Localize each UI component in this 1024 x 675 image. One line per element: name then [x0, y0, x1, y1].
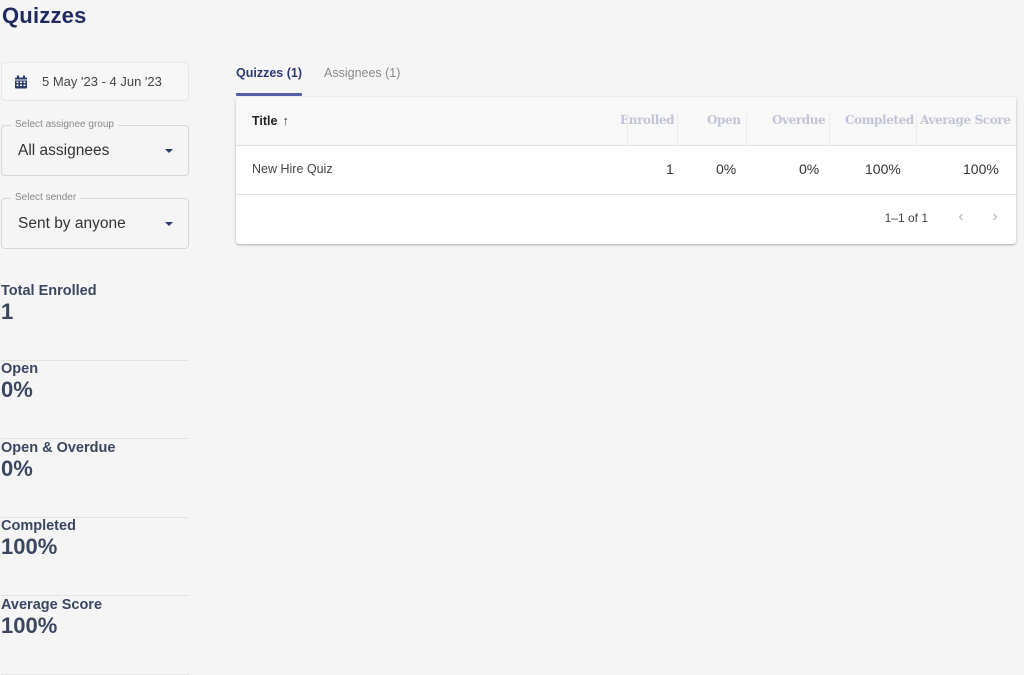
assignee-group-select[interactable]: Select assignee group All assignees — [1, 119, 189, 176]
sender-value: Sent by anyone — [18, 215, 126, 232]
column-header-title[interactable]: Title ↑ — [252, 97, 289, 146]
stat-total-enrolled: Total Enrolled 1 — [1, 283, 189, 361]
assignee-group-value: All assignees — [18, 142, 110, 159]
tab-quizzes[interactable]: Quizzes (1) — [236, 60, 302, 96]
stat-value: 0% — [1, 456, 33, 481]
table-row[interactable]: New Hire Quiz 1 0% 0% 100% 100% — [236, 146, 1016, 195]
stat-value: 1 — [1, 299, 14, 324]
stat-open-overdue: Open & Overdue 0% — [1, 440, 189, 518]
chevron-down-icon — [165, 149, 173, 153]
stat-open: Open 0% — [1, 361, 189, 439]
previous-page-icon[interactable]: ‹ — [952, 208, 970, 226]
cell-title: New Hire Quiz — [252, 162, 333, 176]
stat-label: Open — [1, 361, 39, 377]
date-range-button[interactable]: 5 May '23 - 4 Jun '23 — [1, 62, 189, 101]
pagination-range: 1–1 of 1 — [884, 211, 928, 225]
sender-select[interactable]: Select sender Sent by anyone — [1, 192, 189, 249]
next-page-icon[interactable]: › — [986, 208, 1004, 226]
column-separator — [829, 113, 830, 146]
column-header-open[interactable]: Open — [707, 97, 741, 146]
stat-label: Average Score — [1, 597, 103, 613]
sort-ascending-icon: ↑ — [282, 113, 289, 128]
column-separator — [916, 113, 917, 146]
date-range-text: 5 May '23 - 4 Jun '23 — [42, 74, 162, 89]
page-title: Quizzes — [2, 3, 87, 28]
stat-label: Total Enrolled — [1, 283, 97, 299]
tab-assignees[interactable]: Assignees (1) — [324, 60, 400, 96]
column-header-enrolled[interactable]: Enrolled — [620, 97, 675, 146]
cell-open: 0% — [716, 161, 737, 177]
sender-label: Select sender — [11, 192, 81, 203]
pagination: 1–1 of 1 ‹ › — [236, 195, 1016, 244]
assignee-group-label: Select assignee group — [11, 119, 118, 130]
stat-completed: Completed 100% — [1, 518, 189, 596]
stat-average-score: Average Score 100% — [1, 597, 189, 675]
stat-label: Completed — [1, 518, 76, 534]
cell-average-score: 100% — [963, 161, 999, 177]
quizzes-table: Title ↑ Enrolled Open Overdue Completed A… — [236, 97, 1016, 244]
cell-overdue: 0% — [799, 161, 820, 177]
stat-label: Open & Overdue — [1, 440, 116, 456]
stat-value: 100% — [1, 613, 58, 638]
cell-completed: 100% — [865, 161, 901, 177]
stat-value: 100% — [1, 534, 58, 559]
chevron-down-icon — [165, 222, 173, 226]
column-header-completed[interactable]: Completed — [845, 97, 914, 146]
column-header-average-score[interactable]: Average Score — [920, 97, 1011, 146]
table-header: Title ↑ Enrolled Open Overdue Completed A… — [236, 97, 1016, 146]
column-header-overdue[interactable]: Overdue — [772, 97, 826, 146]
cell-enrolled: 1 — [666, 161, 674, 177]
calendar-icon — [15, 75, 27, 88]
tab-bar: Quizzes (1) Assignees (1) — [236, 60, 422, 96]
column-separator — [746, 113, 747, 146]
column-separator — [627, 113, 628, 146]
column-separator — [677, 113, 678, 146]
stat-value: 0% — [1, 377, 33, 402]
